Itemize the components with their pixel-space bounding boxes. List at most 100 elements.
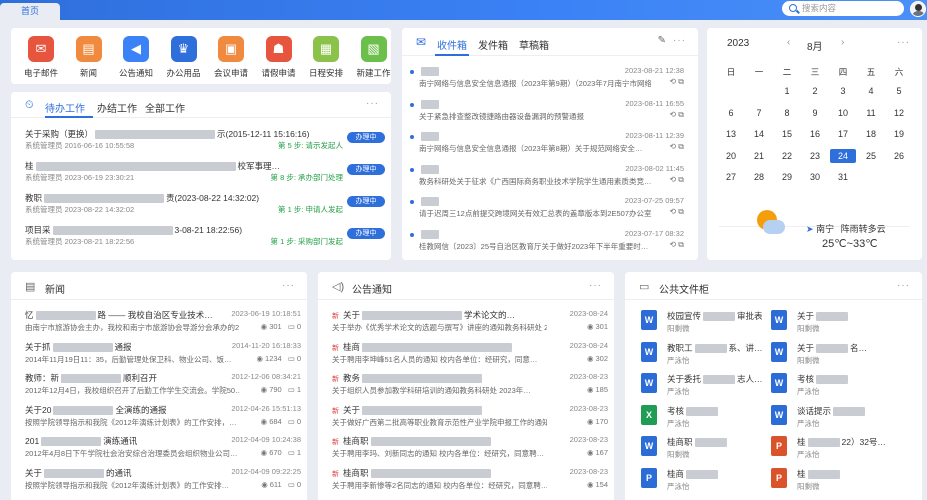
calendar-month[interactable]: 8月: [807, 38, 823, 53]
tab-all[interactable]: 全部工作: [145, 100, 185, 115]
calendar-day[interactable]: 13: [718, 127, 744, 141]
calendar-day[interactable]: 26: [886, 149, 912, 163]
calendar-day[interactable]: 25: [858, 149, 884, 163]
calendar-day[interactable]: 21: [746, 149, 772, 163]
notice-row[interactable]: 新教务 2023-08-23 关于组织人员参加教学科研培训的通知教务科研处 2023…: [332, 372, 608, 403]
file-item[interactable]: X 考核 严泳怡: [641, 403, 781, 433]
calendar-day[interactable]: 22: [774, 149, 800, 163]
more-icon[interactable]: ···: [282, 280, 295, 291]
notice-row[interactable]: 新关于 2023-08-23 关于做好广西第二批高等职业教育示范性产业学院申报工作的…: [332, 404, 608, 435]
task-row[interactable]: 项目采 3-08-21 18:22:56) 系统管理员 2023-08-21 18:…: [25, 224, 385, 248]
task-title[interactable]: 教职 责(2023-08-22 14:32:02): [25, 192, 259, 204]
prev-month-icon[interactable]: ‹: [787, 37, 790, 48]
notice-row[interactable]: 新桂商职 2023-08-23 关于聘用李玛、刘新同志的通知 校内各单位：经研究，同…: [332, 435, 608, 466]
file-item[interactable]: W 谈话提示 严泳怡: [771, 403, 911, 433]
task-status-button[interactable]: 办理中: [347, 132, 385, 143]
mail-row[interactable]: 2023-08-11 12:39 南宁网络与信息安全信息通报（2023年第8期）关…: [410, 129, 692, 157]
calendar-day[interactable]: 29: [774, 170, 800, 184]
notice-row[interactable]: 新桂商职 2023-08-23 关于聘用李新惨等2名同志的通知 校内各单位：经研究，…: [332, 467, 608, 498]
app-supplies[interactable]: ♛ 办公用品: [162, 36, 206, 79]
mail-actions[interactable]: ⟲ ⧉: [669, 175, 684, 185]
app-meeting[interactable]: ▣ 会议申请: [209, 36, 253, 79]
file-item[interactable]: P 桂商 严泳怡: [641, 466, 781, 496]
news-row[interactable]: 忆 路 —— 我校自治区专业技术… 2023-06-19 10:18:51 由南宁市旅…: [25, 309, 301, 340]
calendar-day[interactable]: 5: [886, 84, 912, 98]
app-schedule[interactable]: ▦ 日程安排: [304, 36, 348, 79]
calendar-day[interactable]: 15: [774, 127, 800, 141]
app-news[interactable]: ▤ 新闻: [67, 36, 111, 79]
tab-drafts[interactable]: 草稿箱: [519, 37, 549, 52]
task-row[interactable]: 教职 责(2023-08-22 14:32:02) 系统管理员 2023-08-22…: [25, 192, 385, 216]
calendar-day[interactable]: 16: [802, 127, 828, 141]
calendar-day[interactable]: 18: [858, 127, 884, 141]
tab-outbox[interactable]: 发件箱: [478, 37, 508, 52]
file-item[interactable]: W 关于委托 志人… 严泳怡: [641, 371, 781, 401]
calendar-day[interactable]: 17: [830, 127, 856, 141]
file-item[interactable]: W 关于 阳剩微: [771, 308, 911, 338]
tab-home[interactable]: 首页: [0, 3, 60, 20]
calendar-day[interactable]: 9: [802, 106, 828, 120]
calendar-day[interactable]: 12: [886, 106, 912, 120]
mail-row[interactable]: 2023-07-25 09:57 请于迟周三12点前提交跨境网关有效汇总表的盖章版…: [410, 194, 692, 222]
more-icon[interactable]: ···: [589, 280, 602, 291]
news-row[interactable]: 关于20 全演练的通报 2012-04-26 15:51:13 按照学院领导指示和我院…: [25, 404, 301, 435]
tab-todo[interactable]: 待办工作: [45, 100, 85, 115]
notice-row[interactable]: 新桂商 2023-08-24 关于聘用李坤峰51名人员的通知 校内各单位：经研究，同…: [332, 341, 608, 372]
calendar-day[interactable]: 27: [718, 170, 744, 184]
search-input[interactable]: 搜索内容: [782, 1, 904, 16]
mail-row[interactable]: 2023-08-02 11:45 教务科研处关于征求《广西国际商务职业技术学院学生…: [410, 162, 692, 190]
avatar[interactable]: [910, 1, 926, 17]
calendar-day[interactable]: 4: [858, 84, 884, 98]
calendar-day[interactable]: 24: [830, 148, 856, 163]
mail-row[interactable]: 2023-07-17 08:32 桂教网信〔2023〕25号自治区教育厅关于做好2…: [410, 227, 692, 255]
mail-actions[interactable]: ⟲ ⧉: [669, 110, 684, 120]
calendar-day[interactable]: 1: [774, 84, 800, 98]
calendar-day[interactable]: 11: [858, 106, 884, 120]
mail-row[interactable]: 2023-08-11 16:55 关于紧急排查整改镜捷路由器设备漏洞的预警通报 ⟲ …: [410, 97, 692, 125]
news-row[interactable]: 201 演练通讯 2012-04-09 10:24:38 2012年4月8日下午学院社…: [25, 435, 301, 466]
task-row[interactable]: 关于采购（更换） 示(2015-12-11 15:16:16) 系统管理员 2016…: [25, 128, 385, 152]
calendar-day[interactable]: 19: [886, 127, 912, 141]
more-icon[interactable]: ···: [897, 37, 910, 48]
calendar-day[interactable]: 6: [718, 106, 744, 120]
task-status-button[interactable]: 办理中: [347, 164, 385, 175]
calendar-day[interactable]: 10: [830, 106, 856, 120]
task-title[interactable]: 关于采购（更换） 示(2015-12-11 15:16:16): [25, 128, 309, 140]
calendar-day[interactable]: 2: [802, 84, 828, 98]
mail-actions[interactable]: ⟲ ⧉: [669, 142, 684, 152]
calendar-day[interactable]: 30: [802, 170, 828, 184]
calendar-year[interactable]: 2023: [727, 38, 749, 49]
calendar-day[interactable]: 3: [830, 84, 856, 98]
task-title[interactable]: 桂 校军事理…: [25, 160, 280, 172]
file-item[interactable]: W 桂商职 阳剩微: [641, 434, 781, 464]
more-icon[interactable]: ···: [897, 280, 910, 291]
task-status-button[interactable]: 办理中: [347, 196, 385, 207]
calendar-day[interactable]: 20: [718, 149, 744, 163]
mail-actions[interactable]: ⟲ ⧉: [669, 207, 684, 217]
file-item[interactable]: P 桂 22）32号… 严泳怡: [771, 434, 911, 464]
file-item[interactable]: W 考核 严泳怡: [771, 371, 911, 401]
calendar-day[interactable]: 28: [746, 170, 772, 184]
task-row[interactable]: 桂 校军事理… 系统管理员 2023-06-19 23:30:21 第 8 步: 承办…: [25, 160, 385, 184]
app-mail[interactable]: ✉ 电子邮件: [19, 36, 63, 79]
calendar-day[interactable]: 8: [774, 106, 800, 120]
file-item[interactable]: P 桂阳剩微: [771, 466, 911, 496]
file-item[interactable]: W 关于 名… 阳剩微: [771, 340, 911, 370]
more-icon[interactable]: ···: [366, 98, 379, 109]
edit-icon[interactable]: ✎: [658, 35, 666, 46]
file-item[interactable]: W 校园宣传 审批表 阳剩微: [641, 308, 781, 338]
task-status-button[interactable]: 办理中: [347, 228, 385, 239]
news-row[interactable]: 关于抓 通报 2014-11-20 16:18:33 2014年11月19日11：35…: [25, 341, 301, 372]
mail-row[interactable]: 2023-08-21 12:38 南宁网络与信息安全信息通报（2023年第9期）（…: [410, 64, 692, 92]
next-month-icon[interactable]: ›: [841, 37, 844, 48]
news-row[interactable]: 教师：新 顺利召开 2012-12-06 08:34:21 2012年12月4日，我校…: [25, 372, 301, 403]
tab-done[interactable]: 办结工作: [97, 100, 137, 115]
calendar-day[interactable]: 7: [746, 106, 772, 120]
task-title[interactable]: 项目采 3-08-21 18:22:56): [25, 224, 242, 236]
mail-actions[interactable]: ⟲ ⧉: [669, 240, 684, 250]
file-item[interactable]: W 教职工 系、讲… 严泳怡: [641, 340, 781, 370]
app-speaker[interactable]: ◀ 公告通知: [114, 36, 158, 79]
more-icon[interactable]: ···: [673, 35, 686, 46]
tab-inbox[interactable]: 收件箱: [437, 37, 467, 52]
notice-row[interactable]: 新关于 学术论文的… 2023-08-24 关于举办《优秀学术论文的选题与撰写》讲座的…: [332, 309, 608, 340]
